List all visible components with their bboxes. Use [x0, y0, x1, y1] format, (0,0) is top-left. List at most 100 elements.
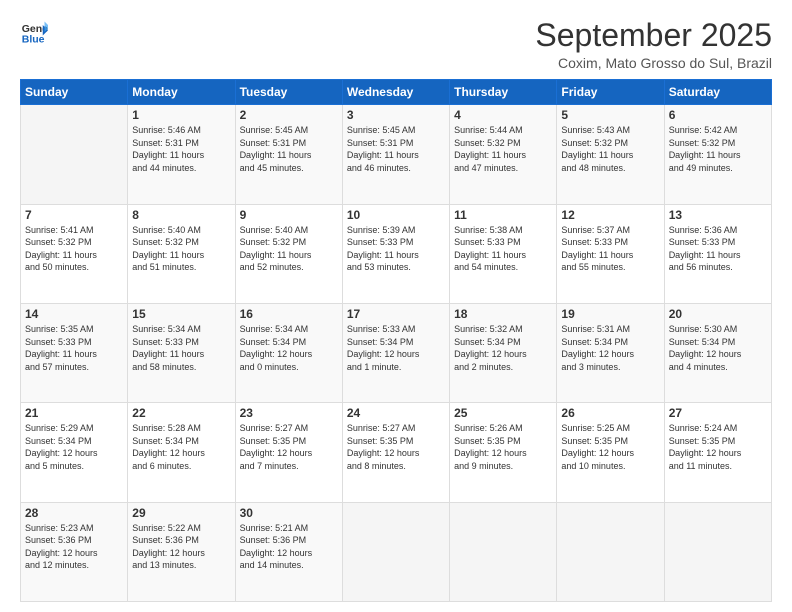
day-info: Sunrise: 5:39 AM Sunset: 5:33 PM Dayligh… — [347, 224, 445, 274]
day-info: Sunrise: 5:35 AM Sunset: 5:33 PM Dayligh… — [25, 323, 123, 373]
calendar-cell — [342, 502, 449, 601]
day-info: Sunrise: 5:43 AM Sunset: 5:32 PM Dayligh… — [561, 124, 659, 174]
calendar-cell: 12Sunrise: 5:37 AM Sunset: 5:33 PM Dayli… — [557, 204, 664, 303]
day-number: 26 — [561, 406, 659, 420]
day-info: Sunrise: 5:36 AM Sunset: 5:33 PM Dayligh… — [669, 224, 767, 274]
day-info: Sunrise: 5:34 AM Sunset: 5:34 PM Dayligh… — [240, 323, 338, 373]
day-number: 1 — [132, 108, 230, 122]
calendar-cell: 28 Sunrise: 5:23 AM Sunset: 5:36 PM Dayli… — [21, 502, 128, 601]
calendar-cell: 3Sunrise: 5:45 AM Sunset: 5:31 PM Daylig… — [342, 105, 449, 204]
day-number: 16 — [240, 307, 338, 321]
day-info: Sunrise: 5:28 AM Sunset: 5:34 PM Dayligh… — [132, 422, 230, 472]
day-info: Sunrise: 5:40 AM Sunset: 5:32 PM Dayligh… — [240, 224, 338, 274]
day-info: Sunrise: 5:33 AM Sunset: 5:34 PM Dayligh… — [347, 323, 445, 373]
day-number: 11 — [454, 208, 552, 222]
header: General Blue September 2025 Coxim, Mato … — [20, 18, 772, 71]
title-area: September 2025 Coxim, Mato Grosso do Sul… — [535, 18, 772, 71]
calendar-cell: 24 Sunrise: 5:27 AM Sunset: 5:35 PM Dayli… — [342, 403, 449, 502]
page: General Blue September 2025 Coxim, Mato … — [0, 0, 792, 612]
calendar-cell: 15 Sunrise: 5:34 AM Sunset: 5:33 PM Dayli… — [128, 303, 235, 402]
calendar-week-4: 21 Sunrise: 5:29 AM Sunset: 5:34 PM Dayli… — [21, 403, 772, 502]
day-info: Sunrise: 5:23 AM Sunset: 5:36 PM Dayligh… — [25, 522, 123, 572]
day-number: 30 — [240, 506, 338, 520]
month-title: September 2025 — [535, 18, 772, 53]
calendar-week-1: 1 Sunrise: 5:46 AM Sunset: 5:31 PM Daylig… — [21, 105, 772, 204]
calendar-cell: 30Sunrise: 5:21 AM Sunset: 5:36 PM Dayli… — [235, 502, 342, 601]
day-info: Sunrise: 5:27 AM Sunset: 5:35 PM Dayligh… — [240, 422, 338, 472]
calendar-cell: 23 Sunrise: 5:27 AM Sunset: 5:35 PM Dayli… — [235, 403, 342, 502]
day-number: 18 — [454, 307, 552, 321]
day-number: 10 — [347, 208, 445, 222]
col-saturday: Saturday — [664, 80, 771, 105]
day-number: 7 — [25, 208, 123, 222]
calendar-cell — [21, 105, 128, 204]
logo: General Blue — [20, 18, 48, 46]
day-number: 8 — [132, 208, 230, 222]
day-number: 17 — [347, 307, 445, 321]
day-info: Sunrise: 5:32 AM Sunset: 5:34 PM Dayligh… — [454, 323, 552, 373]
day-info: Sunrise: 5:31 AM Sunset: 5:34 PM Dayligh… — [561, 323, 659, 373]
day-number: 23 — [240, 406, 338, 420]
day-info: Sunrise: 5:22 AM Sunset: 5:36 PM Dayligh… — [132, 522, 230, 572]
day-number: 13 — [669, 208, 767, 222]
calendar-cell: 29 Sunrise: 5:22 AM Sunset: 5:36 PM Dayli… — [128, 502, 235, 601]
day-number: 6 — [669, 108, 767, 122]
day-info: Sunrise: 5:38 AM Sunset: 5:33 PM Dayligh… — [454, 224, 552, 274]
day-info: Sunrise: 5:27 AM Sunset: 5:35 PM Dayligh… — [347, 422, 445, 472]
day-number: 27 — [669, 406, 767, 420]
day-number: 29 — [132, 506, 230, 520]
day-info: Sunrise: 5:26 AM Sunset: 5:35 PM Dayligh… — [454, 422, 552, 472]
calendar-cell: 17 Sunrise: 5:33 AM Sunset: 5:34 PM Dayli… — [342, 303, 449, 402]
day-info: Sunrise: 5:34 AM Sunset: 5:33 PM Dayligh… — [132, 323, 230, 373]
day-info: Sunrise: 5:40 AM Sunset: 5:32 PM Dayligh… — [132, 224, 230, 274]
location: Coxim, Mato Grosso do Sul, Brazil — [535, 55, 772, 71]
calendar-cell: 19 Sunrise: 5:31 AM Sunset: 5:34 PM Dayli… — [557, 303, 664, 402]
calendar-cell: 4Sunrise: 5:44 AM Sunset: 5:32 PM Daylig… — [450, 105, 557, 204]
col-tuesday: Tuesday — [235, 80, 342, 105]
day-number: 5 — [561, 108, 659, 122]
calendar-cell: 11 Sunrise: 5:38 AM Sunset: 5:33 PM Dayli… — [450, 204, 557, 303]
day-number: 24 — [347, 406, 445, 420]
calendar-cell: 18 Sunrise: 5:32 AM Sunset: 5:34 PM Dayli… — [450, 303, 557, 402]
day-number: 2 — [240, 108, 338, 122]
calendar-cell — [557, 502, 664, 601]
header-row: Sunday Monday Tuesday Wednesday Thursday… — [21, 80, 772, 105]
calendar-cell: 8 Sunrise: 5:40 AM Sunset: 5:32 PM Daylig… — [128, 204, 235, 303]
calendar-table: Sunday Monday Tuesday Wednesday Thursday… — [20, 79, 772, 602]
calendar-week-3: 14Sunrise: 5:35 AM Sunset: 5:33 PM Dayli… — [21, 303, 772, 402]
calendar-cell: 21 Sunrise: 5:29 AM Sunset: 5:34 PM Dayli… — [21, 403, 128, 502]
day-number: 20 — [669, 307, 767, 321]
day-number: 28 — [25, 506, 123, 520]
calendar-cell: 25 Sunrise: 5:26 AM Sunset: 5:35 PM Dayli… — [450, 403, 557, 502]
calendar-cell: 1 Sunrise: 5:46 AM Sunset: 5:31 PM Daylig… — [128, 105, 235, 204]
calendar-cell: 13 Sunrise: 5:36 AM Sunset: 5:33 PM Dayli… — [664, 204, 771, 303]
day-number: 9 — [240, 208, 338, 222]
day-info: Sunrise: 5:30 AM Sunset: 5:34 PM Dayligh… — [669, 323, 767, 373]
calendar-cell: 7Sunrise: 5:41 AM Sunset: 5:32 PM Daylig… — [21, 204, 128, 303]
day-info: Sunrise: 5:37 AM Sunset: 5:33 PM Dayligh… — [561, 224, 659, 274]
calendar-cell: 27Sunrise: 5:24 AM Sunset: 5:35 PM Dayli… — [664, 403, 771, 502]
col-wednesday: Wednesday — [342, 80, 449, 105]
day-info: Sunrise: 5:46 AM Sunset: 5:31 PM Dayligh… — [132, 124, 230, 174]
day-number: 25 — [454, 406, 552, 420]
calendar-cell: 2 Sunrise: 5:45 AM Sunset: 5:31 PM Daylig… — [235, 105, 342, 204]
col-thursday: Thursday — [450, 80, 557, 105]
col-friday: Friday — [557, 80, 664, 105]
calendar-cell: 22 Sunrise: 5:28 AM Sunset: 5:34 PM Dayli… — [128, 403, 235, 502]
calendar-cell: 9 Sunrise: 5:40 AM Sunset: 5:32 PM Daylig… — [235, 204, 342, 303]
calendar-cell — [450, 502, 557, 601]
day-number: 22 — [132, 406, 230, 420]
svg-text:Blue: Blue — [22, 34, 45, 46]
calendar-cell — [664, 502, 771, 601]
day-number: 15 — [132, 307, 230, 321]
day-info: Sunrise: 5:45 AM Sunset: 5:31 PM Dayligh… — [240, 124, 338, 174]
col-monday: Monday — [128, 80, 235, 105]
calendar-week-5: 28 Sunrise: 5:23 AM Sunset: 5:36 PM Dayli… — [21, 502, 772, 601]
day-info: Sunrise: 5:29 AM Sunset: 5:34 PM Dayligh… — [25, 422, 123, 472]
day-number: 21 — [25, 406, 123, 420]
day-number: 19 — [561, 307, 659, 321]
day-info: Sunrise: 5:25 AM Sunset: 5:35 PM Dayligh… — [561, 422, 659, 472]
calendar-cell: 5 Sunrise: 5:43 AM Sunset: 5:32 PM Daylig… — [557, 105, 664, 204]
logo-icon: General Blue — [20, 18, 48, 46]
calendar-cell: 16 Sunrise: 5:34 AM Sunset: 5:34 PM Dayli… — [235, 303, 342, 402]
